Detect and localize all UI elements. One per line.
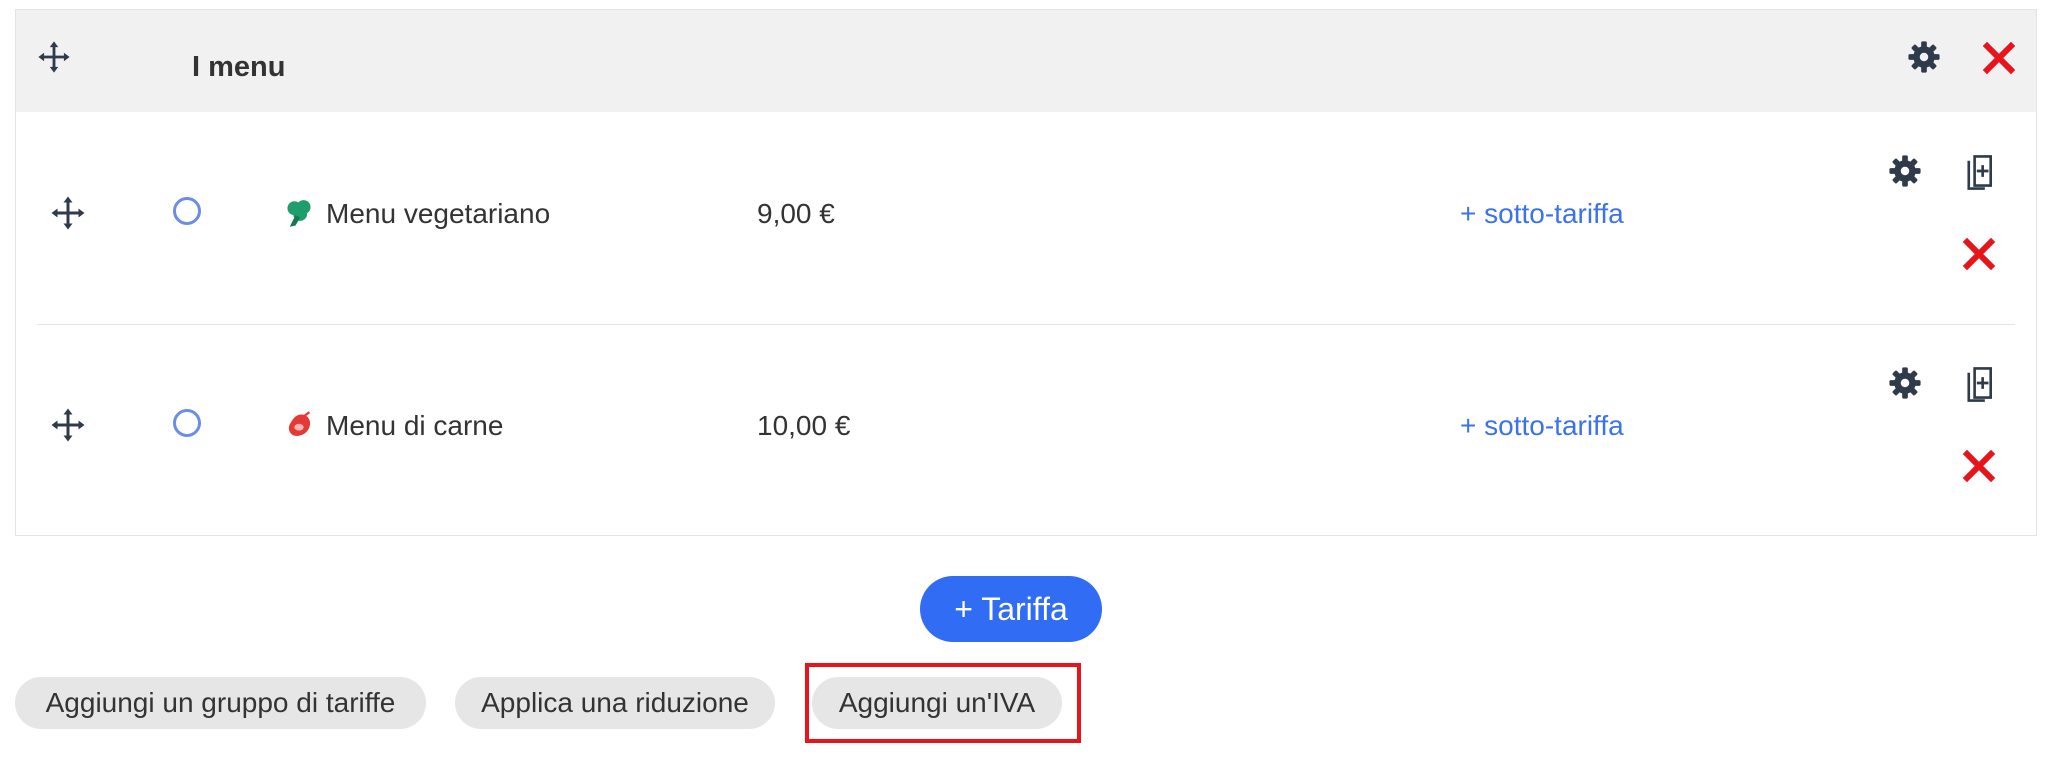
add-sub-rate-link[interactable]: + sotto-tariffa bbox=[1460, 197, 1624, 231]
highlight-box bbox=[805, 663, 1081, 743]
rate-group-title: I menu bbox=[192, 51, 286, 83]
move-arrows-icon[interactable] bbox=[50, 407, 86, 443]
add-sub-rate-link[interactable]: + sotto-tariffa bbox=[1460, 409, 1624, 443]
gear-icon[interactable] bbox=[1888, 366, 1922, 400]
broccoli-icon bbox=[285, 199, 313, 229]
rate-radio[interactable] bbox=[173, 197, 201, 225]
rate-name: Menu di carne bbox=[326, 410, 504, 441]
close-icon[interactable] bbox=[1961, 448, 1997, 484]
rate-group-header: I menu bbox=[16, 10, 2036, 112]
apply-discount-button[interactable]: Applica una riduzione bbox=[455, 677, 775, 729]
meat-icon bbox=[285, 411, 313, 441]
rate-radio[interactable] bbox=[173, 409, 201, 437]
add-rate-button[interactable]: + Tariffa bbox=[920, 576, 1102, 642]
move-arrows-icon[interactable] bbox=[50, 195, 86, 231]
gear-icon[interactable] bbox=[1888, 154, 1922, 188]
duplicate-icon[interactable] bbox=[1961, 152, 1997, 190]
rate-row: Menu vegetariano 9,00 € + sotto-tariffa bbox=[16, 112, 2036, 324]
close-icon[interactable] bbox=[1981, 40, 2017, 76]
rate-group-panel: I menu Menu vegetariano 9,00 € + sotto-t… bbox=[15, 9, 2037, 536]
move-arrows-icon[interactable] bbox=[37, 40, 71, 74]
add-rate-group-button[interactable]: Aggiungi un gruppo di tariffe bbox=[15, 677, 426, 729]
rate-name: Menu vegetariano bbox=[326, 198, 551, 229]
rate-row: Menu di carne 10,00 € + sotto-tariffa bbox=[16, 325, 2036, 537]
gear-icon[interactable] bbox=[1907, 40, 1941, 74]
rate-price: 10,00 € bbox=[757, 410, 851, 441]
close-icon[interactable] bbox=[1961, 236, 1997, 272]
duplicate-icon[interactable] bbox=[1961, 364, 1997, 402]
rate-price: 9,00 € bbox=[757, 198, 835, 229]
